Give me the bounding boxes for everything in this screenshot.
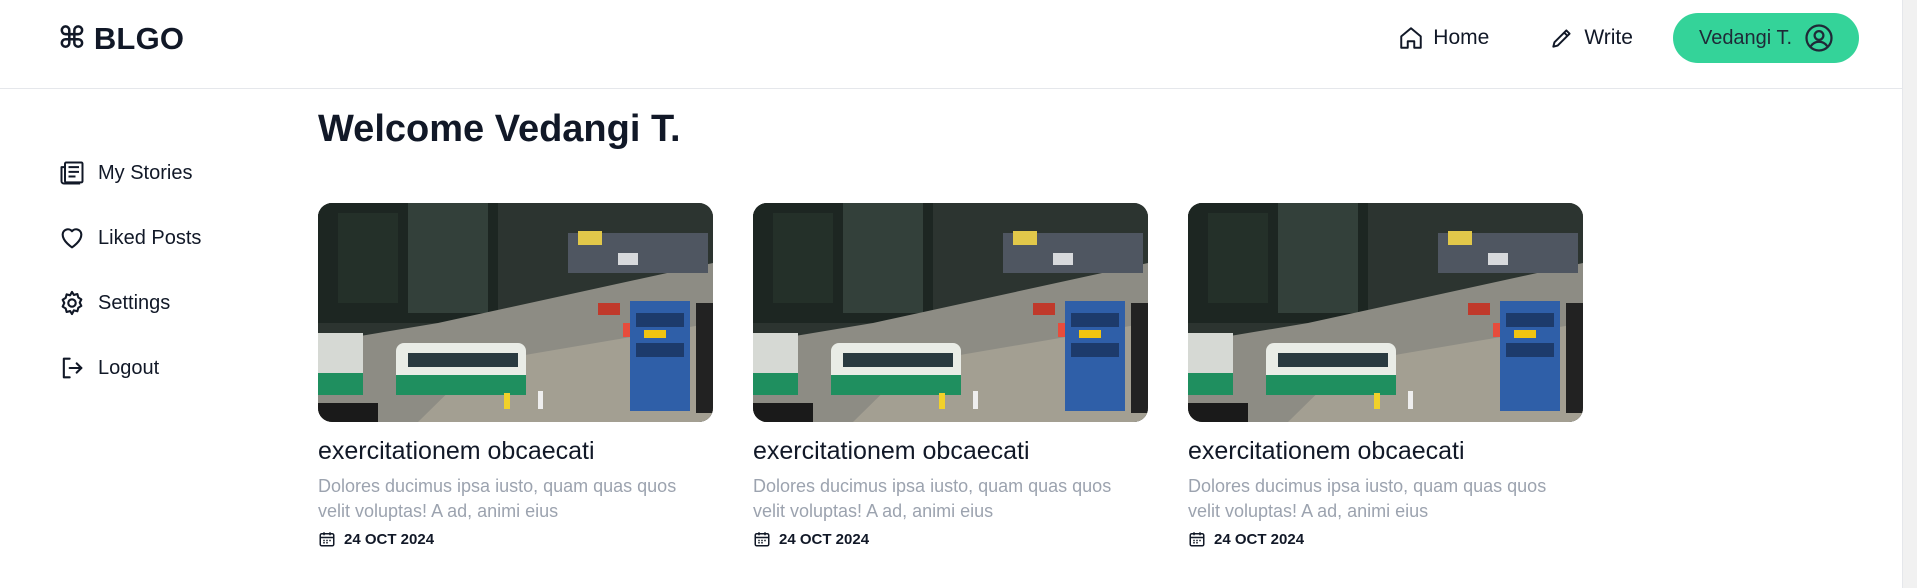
gear-icon [61,290,83,316]
nav-write-link[interactable]: Write [1549,25,1633,51]
top-navbar: ⌘ BLGO Home Write Vedangi T. [0,0,1917,89]
calendar-icon [319,532,335,547]
newspaper-icon [60,161,84,185]
post-card[interactable]: exercitationem obcaecati Dolores ducimus… [318,203,713,548]
sidebar-item-liked-posts[interactable]: Liked Posts [58,220,201,256]
sidebar-item-label: Settings [98,291,171,314]
post-title: exercitationem obcaecati [1188,437,1465,465]
street-photo-image [1188,203,1583,422]
post-card[interactable]: exercitationem obcaecati Dolores ducimus… [753,203,1148,548]
sidebar: My Stories Liked Posts Settings Logout [58,155,201,415]
post-date-text: 24 OCT 2024 [1214,530,1305,548]
post-date: 24 OCT 2024 [1188,530,1583,548]
post-title: exercitationem obcaecati [753,437,1030,465]
post-description: Dolores ducimus ipsa iusto, quam quas qu… [753,476,1112,521]
post-description: Dolores ducimus ipsa iusto, quam quas qu… [1188,476,1547,521]
post-date-text: 24 OCT 2024 [779,530,870,548]
post-date-text: 24 OCT 2024 [344,530,435,548]
sidebar-item-my-stories[interactable]: My Stories [58,155,201,191]
sidebar-item-label: Liked Posts [98,226,202,249]
user-menu-button[interactable]: Vedangi T. [1672,13,1859,63]
sidebar-item-label: Logout [98,356,160,379]
command-icon: ⌘ [58,22,86,55]
nav-write-label: Write [1584,26,1633,49]
main-nav: Home Write Vedangi T. [1398,13,1859,63]
logo-text: BLGO [93,21,185,56]
post-description: Dolores ducimus ipsa iusto, quam quas qu… [318,476,677,521]
heart-icon [61,228,83,249]
page-title: Welcome Vedangi T. [318,108,681,150]
user-circle-icon [1805,24,1833,52]
street-photo-image [318,203,713,422]
post-thumbnail [753,203,1148,422]
post-card-list: exercitationem obcaecati Dolores ducimus… [318,203,1583,548]
sidebar-item-label: My Stories [98,161,193,184]
calendar-icon [1189,532,1205,547]
post-date: 24 OCT 2024 [318,530,713,548]
nav-home-link[interactable]: Home [1398,25,1489,51]
post-thumbnail [318,203,713,422]
nav-home-label: Home [1433,26,1490,49]
calendar-icon [754,532,770,547]
post-thumbnail [1188,203,1583,422]
user-name: Vedangi T. [1698,26,1792,49]
pencil-icon [1552,29,1571,48]
post-date: 24 OCT 2024 [753,530,1148,548]
sidebar-item-logout[interactable]: Logout [58,350,201,386]
sidebar-item-settings[interactable]: Settings [58,285,201,321]
post-card[interactable]: exercitationem obcaecati Dolores ducimus… [1188,203,1583,548]
page-scrollbar[interactable] [1902,0,1917,588]
post-title: exercitationem obcaecati [318,437,595,465]
logo[interactable]: ⌘ BLGO [58,20,184,58]
street-photo-image [753,203,1148,422]
home-icon [1400,27,1423,49]
logout-icon [62,357,83,379]
